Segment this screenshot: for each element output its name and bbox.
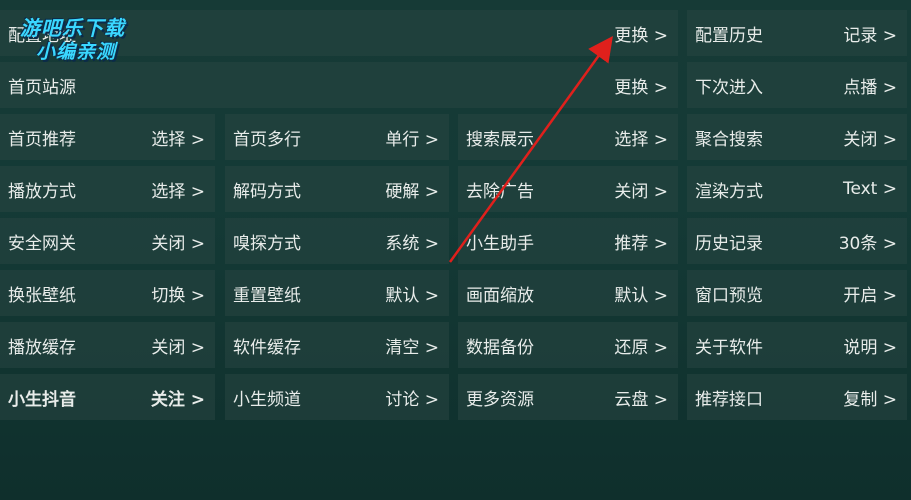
annotation-arrow [448,35,613,263]
